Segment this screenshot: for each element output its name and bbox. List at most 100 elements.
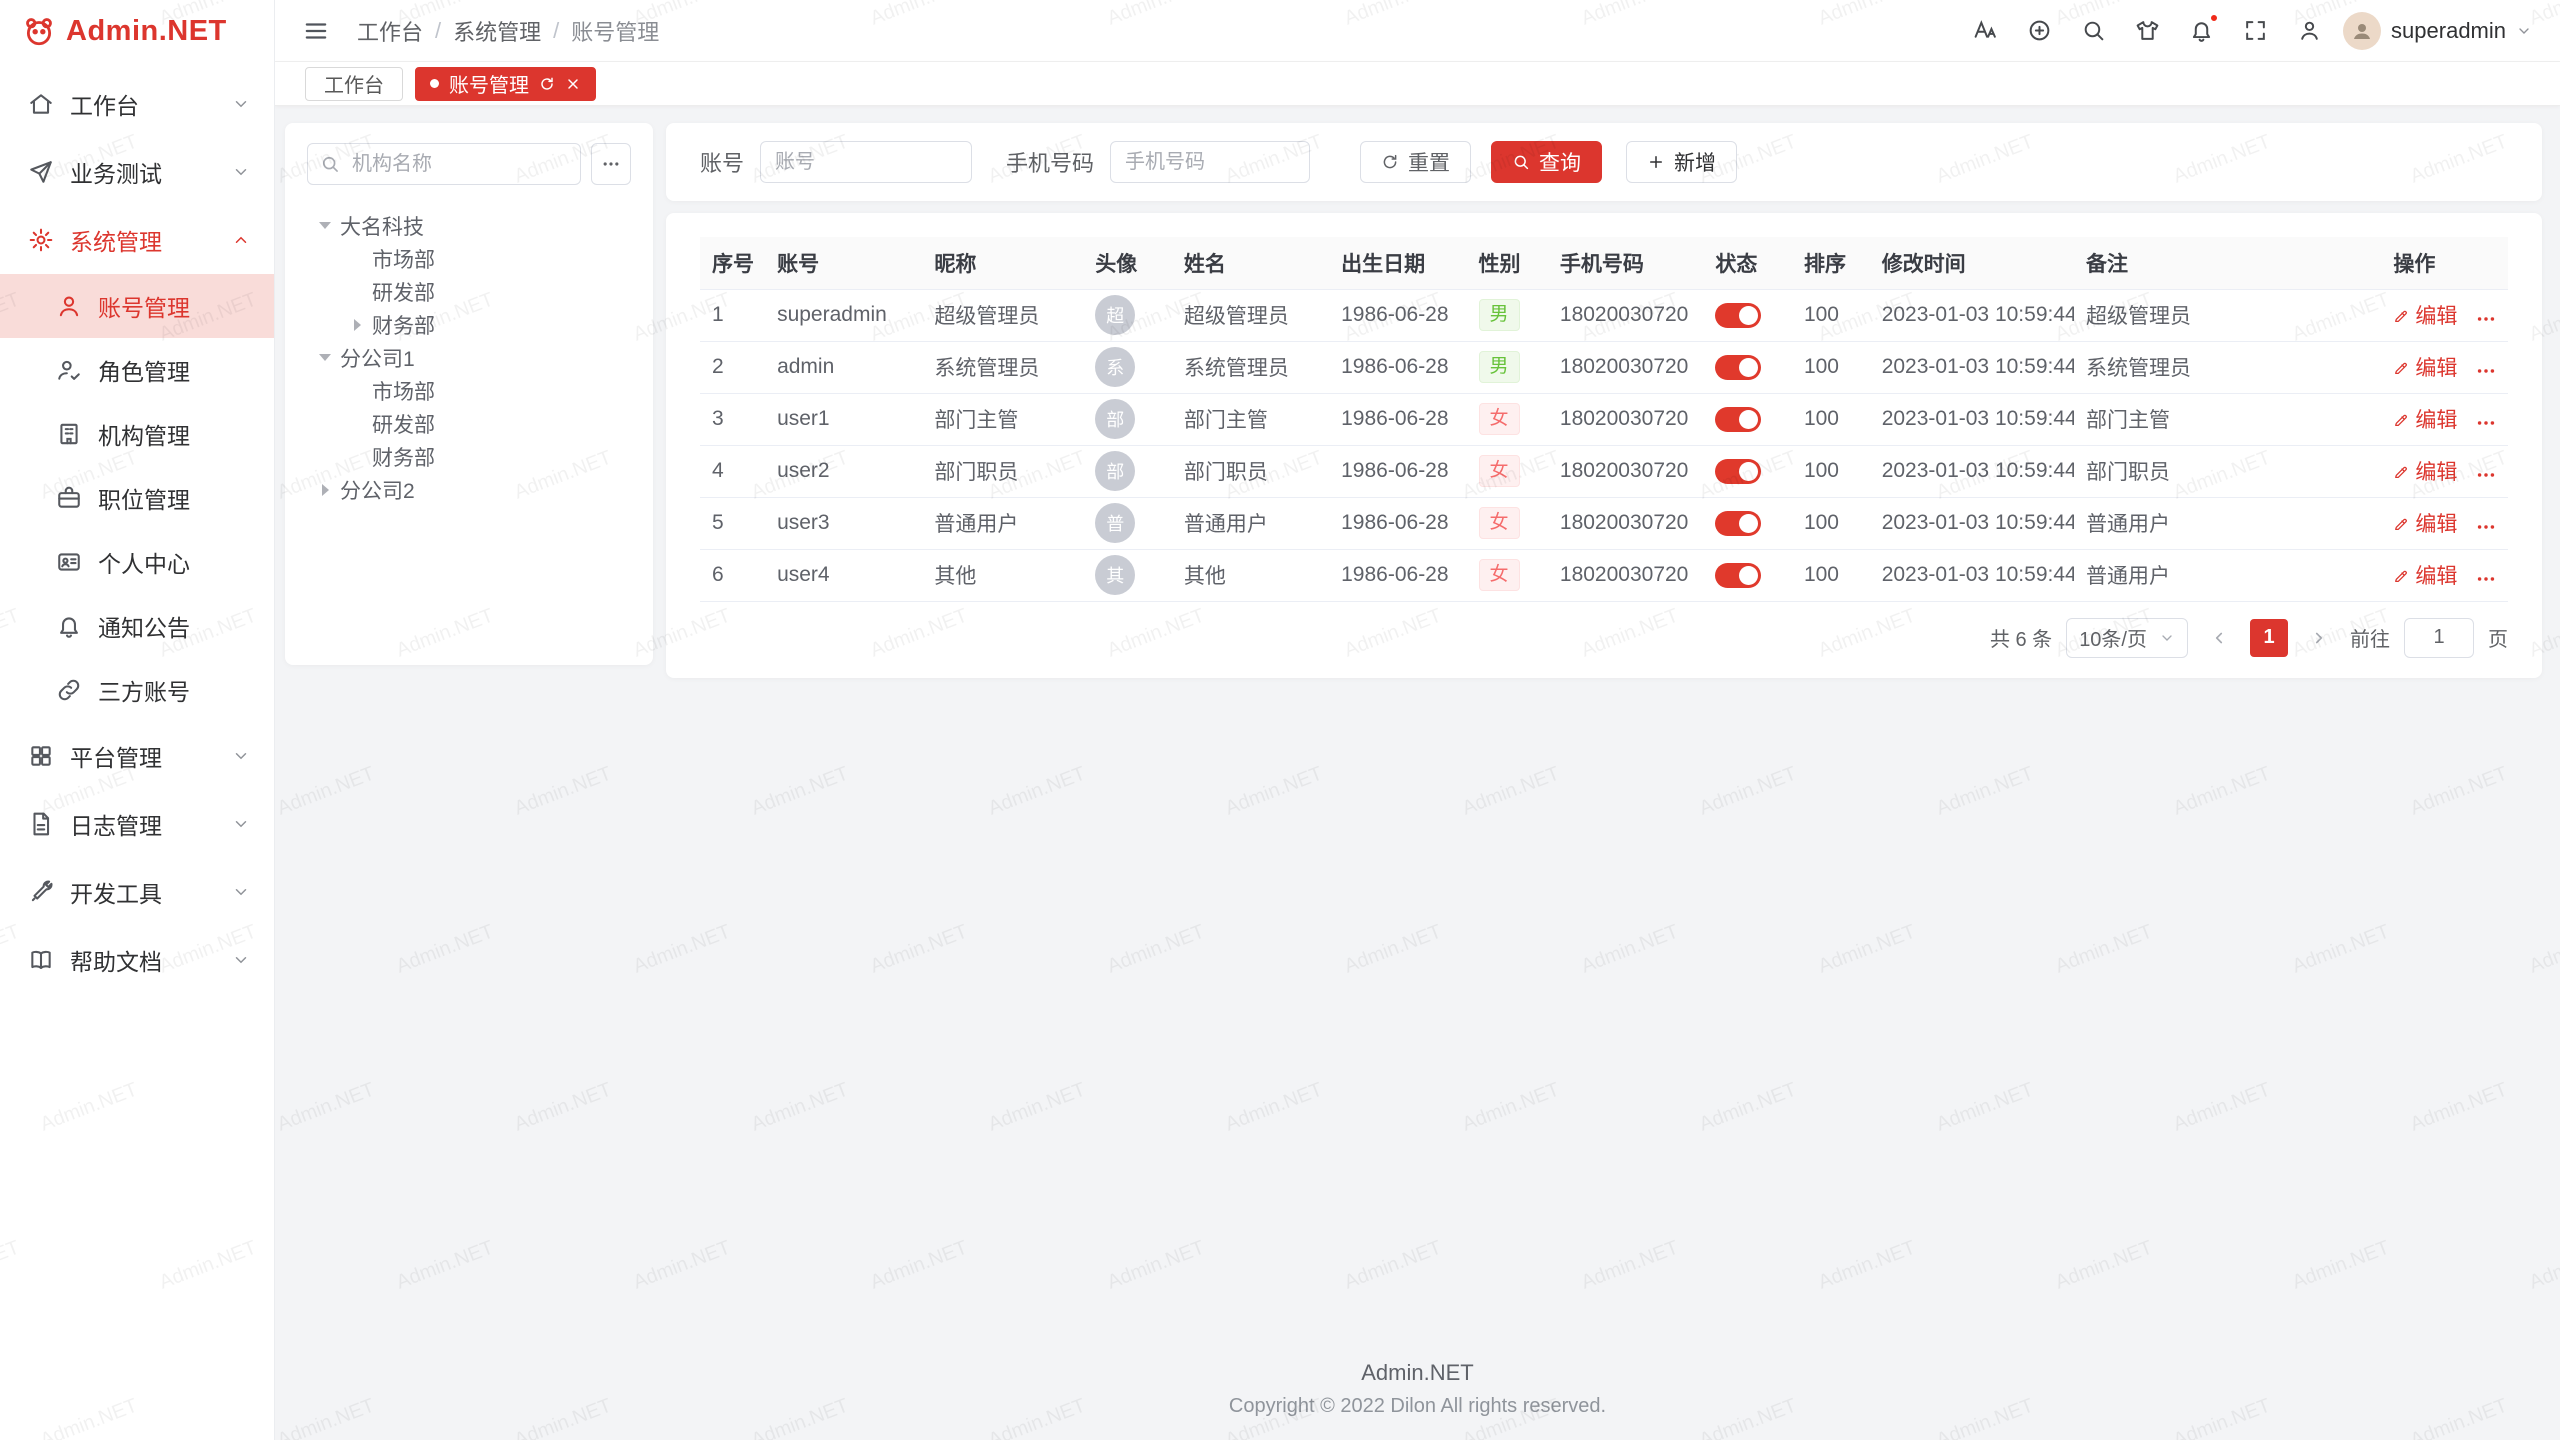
tree-node[interactable]: 市场部 [307, 242, 631, 275]
status-toggle[interactable] [1715, 355, 1761, 380]
menu-collapse-icon[interactable] [303, 18, 329, 44]
sidebar-item-platform-management[interactable]: 平台管理 [0, 722, 274, 790]
phone-input[interactable] [1110, 141, 1310, 183]
sidebar-item-system-management[interactable]: 系统管理 [0, 206, 274, 274]
table-row: 5user3普通用户普普通用户1986-06-28女18020030720100… [700, 497, 2508, 549]
status-toggle[interactable] [1715, 511, 1761, 536]
tree-node[interactable]: 大名科技 [307, 209, 631, 242]
sidebar-item-position-management[interactable]: 职位管理 [0, 466, 274, 530]
zoom-icon[interactable] [2027, 18, 2052, 43]
column-header-phone: 手机号码 [1548, 237, 1703, 289]
status-toggle[interactable] [1715, 407, 1761, 432]
account-cell: user3 [765, 497, 922, 549]
ops-cell: 编辑 [2381, 497, 2508, 549]
birth_date-cell: 1986-06-28 [1329, 393, 1466, 445]
tree-node[interactable]: 市场部 [307, 374, 631, 407]
building-icon [56, 421, 82, 447]
gender-cell: 女 [1467, 445, 1548, 497]
org-more-button[interactable] [591, 143, 631, 185]
remark-cell: 超级管理员 [2074, 289, 2381, 341]
column-header-nickname: 昵称 [922, 237, 1083, 289]
fullscreen-icon[interactable] [2243, 18, 2268, 43]
tree-node-label: 分公司1 [340, 343, 415, 373]
edit-button[interactable]: 编辑 [2393, 560, 2457, 590]
sidebar-item-label: 日志管理 [70, 807, 162, 841]
avatar-cell: 部 [1083, 445, 1172, 497]
edit-button[interactable]: 编辑 [2393, 404, 2457, 434]
tree-node[interactable]: 研发部 [307, 407, 631, 440]
sidebar-item-account-management[interactable]: 账号管理 [0, 274, 274, 338]
close-icon[interactable] [565, 76, 581, 92]
more-actions-button[interactable] [2475, 360, 2497, 382]
tree-node[interactable]: 财务部 [307, 440, 631, 473]
refresh-icon[interactable] [539, 76, 555, 92]
status-toggle[interactable] [1715, 303, 1761, 328]
tab-account-management[interactable]: 账号管理 [415, 67, 596, 101]
font-size-icon[interactable] [1973, 18, 1998, 43]
search-button[interactable]: 查询 [1491, 141, 1602, 183]
column-header-remark: 备注 [2074, 237, 2381, 289]
bell-icon[interactable] [2189, 18, 2214, 43]
org-search-input[interactable] [307, 143, 581, 185]
sidebar-item-help-docs[interactable]: 帮助文档 [0, 926, 274, 994]
goto-page-input[interactable] [2404, 618, 2474, 658]
prev-page-button[interactable] [2202, 621, 2236, 655]
tree-node[interactable]: 分公司1 [307, 341, 631, 374]
status-cell [1703, 445, 1792, 497]
more-actions-button[interactable] [2475, 308, 2497, 330]
sidebar-item-dev-tools[interactable]: 开发工具 [0, 858, 274, 926]
tree-node[interactable]: 分公司2 [307, 473, 631, 506]
sidebar-item-role-management[interactable]: 角色管理 [0, 338, 274, 402]
more-actions-button[interactable] [2475, 516, 2497, 538]
page-number-current[interactable]: 1 [2250, 619, 2288, 657]
layout-settings-icon[interactable] [2297, 18, 2322, 43]
account-cell: superadmin [765, 289, 922, 341]
sidebar: Admin.NET 工作台 业务测试 系统管理 账号管理 [0, 0, 275, 1440]
search-icon[interactable] [2081, 18, 2106, 43]
add-button[interactable]: 新增 [1626, 141, 1737, 183]
tree-node[interactable]: 研发部 [307, 275, 631, 308]
edit-button[interactable]: 编辑 [2393, 456, 2457, 486]
chevron-up-icon [232, 231, 250, 249]
user-menu[interactable]: superadmin [2343, 12, 2532, 50]
theme-icon[interactable] [2135, 18, 2160, 43]
breadcrumb-item[interactable]: 工作台 [357, 15, 423, 47]
sidebar-item-label: 个人中心 [98, 545, 190, 579]
birth_date-cell: 1986-06-28 [1329, 289, 1466, 341]
account-input[interactable] [760, 141, 972, 183]
tree-node[interactable]: 财务部 [307, 308, 631, 341]
table-row: 4user2部门职员部部门职员1986-06-28女18020030720100… [700, 445, 2508, 497]
edit-button[interactable]: 编辑 [2393, 300, 2457, 330]
gender-cell: 女 [1467, 549, 1548, 601]
sidebar-item-log-management[interactable]: 日志管理 [0, 790, 274, 858]
more-actions-button[interactable] [2475, 464, 2497, 486]
sidebar-item-notifications[interactable]: 通知公告 [0, 594, 274, 658]
sidebar-item-business-test[interactable]: 业务测试 [0, 138, 274, 206]
sidebar-item-third-party-accounts[interactable]: 三方账号 [0, 658, 274, 722]
more-actions-button[interactable] [2475, 568, 2497, 590]
phone-cell: 18020030720 [1548, 497, 1703, 549]
edit-button[interactable]: 编辑 [2393, 352, 2457, 382]
status-toggle[interactable] [1715, 459, 1761, 484]
account-section: 账号 手机号码 重置 查询 新增 [666, 123, 2542, 678]
breadcrumb-item[interactable]: 系统管理 [453, 15, 541, 47]
column-header-birth_date: 出生日期 [1329, 237, 1466, 289]
sidebar-item-label: 机构管理 [98, 417, 190, 451]
status-cell [1703, 289, 1792, 341]
next-page-button[interactable] [2302, 621, 2336, 655]
edit-button[interactable]: 编辑 [2393, 508, 2457, 538]
table-row: 6user4其他其其他1986-06-28女180200307201002023… [700, 549, 2508, 601]
nickname-cell: 普通用户 [922, 497, 1083, 549]
reset-button[interactable]: 重置 [1360, 141, 1471, 183]
toggle-knob [1739, 410, 1758, 429]
sidebar-item-workbench[interactable]: 工作台 [0, 70, 274, 138]
sidebar-item-personal-center[interactable]: 个人中心 [0, 530, 274, 594]
page-size-select[interactable]: 10条/页 [2066, 618, 2188, 658]
status-toggle[interactable] [1715, 563, 1761, 588]
sidebar-item-organization-management[interactable]: 机构管理 [0, 402, 274, 466]
ops-cell: 编辑 [2381, 289, 2508, 341]
toggle-knob [1739, 358, 1758, 377]
modified-cell: 2023-01-03 10:59:44 [1870, 497, 2074, 549]
more-actions-button[interactable] [2475, 412, 2497, 434]
tab-workbench[interactable]: 工作台 [305, 67, 403, 101]
